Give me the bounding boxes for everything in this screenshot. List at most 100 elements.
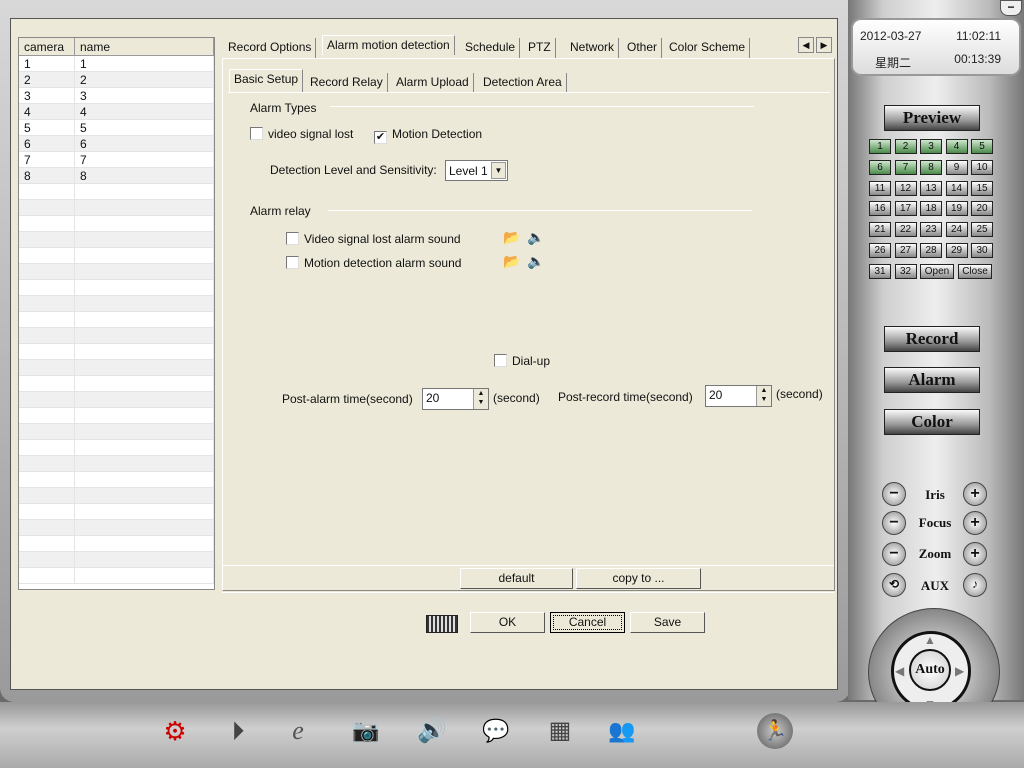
grid-layout-icon[interactable]: ▦ xyxy=(542,713,578,749)
channel-13-button[interactable]: 13 xyxy=(920,180,942,196)
table-row[interactable] xyxy=(19,504,214,520)
table-row[interactable] xyxy=(19,344,214,360)
channel-17-button[interactable]: 17 xyxy=(894,201,917,217)
table-row[interactable] xyxy=(19,248,214,264)
table-row[interactable]: 11 xyxy=(19,56,214,72)
table-row[interactable] xyxy=(19,280,214,296)
channel-15-button[interactable]: 15 xyxy=(971,180,993,196)
channel-11-button[interactable]: 11 xyxy=(869,180,891,196)
channel-21-button[interactable]: 21 xyxy=(869,222,891,238)
tab-network[interactable]: Network xyxy=(566,38,620,58)
table-row[interactable]: 66 xyxy=(19,136,214,152)
auto-button[interactable]: Auto xyxy=(909,649,951,691)
arrow-left-icon[interactable]: ◀ xyxy=(895,664,904,678)
table-row[interactable] xyxy=(19,488,214,504)
column-header-camera[interactable]: camera xyxy=(19,38,75,55)
record-button[interactable]: Record xyxy=(884,326,980,352)
zoom-plus-icon[interactable]: + xyxy=(963,542,987,566)
channel-23-button[interactable]: 23 xyxy=(920,222,942,238)
table-row[interactable] xyxy=(19,456,214,472)
message-icon[interactable]: 💬 xyxy=(478,713,514,749)
preview-button[interactable]: Preview xyxy=(884,105,980,131)
video-lost-sound-checkbox[interactable]: Video signal lost alarm sound xyxy=(286,232,461,246)
alarm-speaker-icon[interactable]: 🔊 xyxy=(414,713,450,749)
table-row[interactable] xyxy=(19,312,214,328)
table-row[interactable] xyxy=(19,376,214,392)
subtab-alarm-upload[interactable]: Alarm Upload xyxy=(392,73,474,92)
table-row[interactable] xyxy=(19,440,214,456)
iris-plus-icon[interactable]: + xyxy=(963,482,987,506)
subtab-basic-setup[interactable]: Basic Setup xyxy=(229,69,304,92)
table-row[interactable] xyxy=(19,184,214,200)
speaker-icon[interactable]: 🔈 xyxy=(527,253,544,270)
folder-open-icon[interactable]: 📂 xyxy=(503,229,520,246)
arrow-right-icon[interactable]: ▶ xyxy=(955,664,964,678)
table-row[interactable]: 55 xyxy=(19,120,214,136)
channel-25-button[interactable]: 25 xyxy=(971,222,993,238)
column-header-name[interactable]: name xyxy=(75,38,214,55)
table-row[interactable] xyxy=(19,328,214,344)
users-icon[interactable]: 👥 xyxy=(604,713,640,749)
detection-level-select[interactable]: Level 1 ▼ xyxy=(445,160,508,181)
post-alarm-spinner[interactable]: 20 ▲ ▼ xyxy=(422,388,489,410)
table-row[interactable] xyxy=(19,408,214,424)
channel-1-button[interactable]: 1 xyxy=(869,139,891,154)
tab-record-options[interactable]: Record Options xyxy=(224,38,317,58)
alarm-button[interactable]: Alarm xyxy=(884,367,980,393)
channel-22-button[interactable]: 22 xyxy=(894,222,917,238)
subtab-record-relay[interactable]: Record Relay xyxy=(306,73,388,92)
subtab-detection-area[interactable]: Detection Area xyxy=(479,73,567,92)
channel-19-button[interactable]: 19 xyxy=(945,201,968,217)
post-record-spinner[interactable]: 20 ▲ ▼ xyxy=(705,385,772,407)
arrow-up-icon[interactable]: ▲ xyxy=(924,633,936,647)
channel-4-button[interactable]: 4 xyxy=(945,139,968,154)
tab-other[interactable]: Other xyxy=(623,38,663,58)
channel-24-button[interactable]: 24 xyxy=(945,222,968,238)
close-button[interactable]: Close xyxy=(958,263,992,279)
channel-7-button[interactable]: 7 xyxy=(894,159,917,175)
motion-detection-checkbox[interactable]: ✔ Motion Detection xyxy=(374,127,482,144)
table-row[interactable] xyxy=(19,568,214,584)
table-row[interactable] xyxy=(19,232,214,248)
channel-14-button[interactable]: 14 xyxy=(945,180,968,196)
channel-3-button[interactable]: 3 xyxy=(920,139,942,154)
channel-2-button[interactable]: 2 xyxy=(894,139,917,154)
focus-minus-icon[interactable]: − xyxy=(882,511,906,535)
play-icon[interactable]: ⏵ xyxy=(220,713,256,749)
table-row[interactable]: 88 xyxy=(19,168,214,184)
color-button[interactable]: Color xyxy=(884,409,980,435)
channel-30-button[interactable]: 30 xyxy=(971,243,993,258)
channel-6-button[interactable]: 6 xyxy=(869,159,891,175)
tab-schedule[interactable]: Schedule xyxy=(461,38,521,58)
copy-to-button[interactable]: copy to ... xyxy=(576,568,701,589)
ok-button[interactable]: OK xyxy=(470,612,545,633)
tab-ptz[interactable]: PTZ xyxy=(524,38,556,58)
table-row[interactable] xyxy=(19,296,214,312)
keyboard-icon[interactable] xyxy=(426,615,458,633)
zoom-minus-icon[interactable]: − xyxy=(882,542,906,566)
table-row[interactable] xyxy=(19,424,214,440)
default-button[interactable]: default xyxy=(460,568,573,589)
iris-minus-icon[interactable]: − xyxy=(882,482,906,506)
channel-20-button[interactable]: 20 xyxy=(971,201,993,217)
channel-12-button[interactable]: 12 xyxy=(894,180,917,196)
speaker-icon[interactable]: 🔈 xyxy=(527,229,544,246)
channel-5-button[interactable]: 5 xyxy=(971,139,993,154)
aux-wiper-icon[interactable]: ♪ xyxy=(963,573,987,597)
channel-8-button[interactable]: 8 xyxy=(920,159,942,175)
aux-refresh-icon[interactable]: ⟲ xyxy=(882,573,906,597)
camera-list[interactable]: camera name 1122334455667788 xyxy=(18,37,215,590)
table-row[interactable]: 22 xyxy=(19,72,214,88)
channel-26-button[interactable]: 26 xyxy=(869,243,891,258)
channel-28-button[interactable]: 28 xyxy=(920,243,942,258)
channel-9-button[interactable]: 9 xyxy=(945,159,968,175)
save-button[interactable]: Save xyxy=(630,612,705,633)
tab-alarm-motion-detection[interactable]: Alarm motion detection xyxy=(322,35,455,55)
open-button[interactable]: Open xyxy=(920,263,954,279)
channel-27-button[interactable]: 27 xyxy=(894,243,917,258)
dialup-checkbox[interactable]: Dial-up xyxy=(494,354,550,368)
table-row[interactable] xyxy=(19,520,214,536)
minimize-button[interactable]: − xyxy=(1000,0,1022,16)
tab-color-scheme[interactable]: Color Scheme xyxy=(665,38,751,58)
settings-gear-icon[interactable]: ⚙ xyxy=(157,713,193,749)
